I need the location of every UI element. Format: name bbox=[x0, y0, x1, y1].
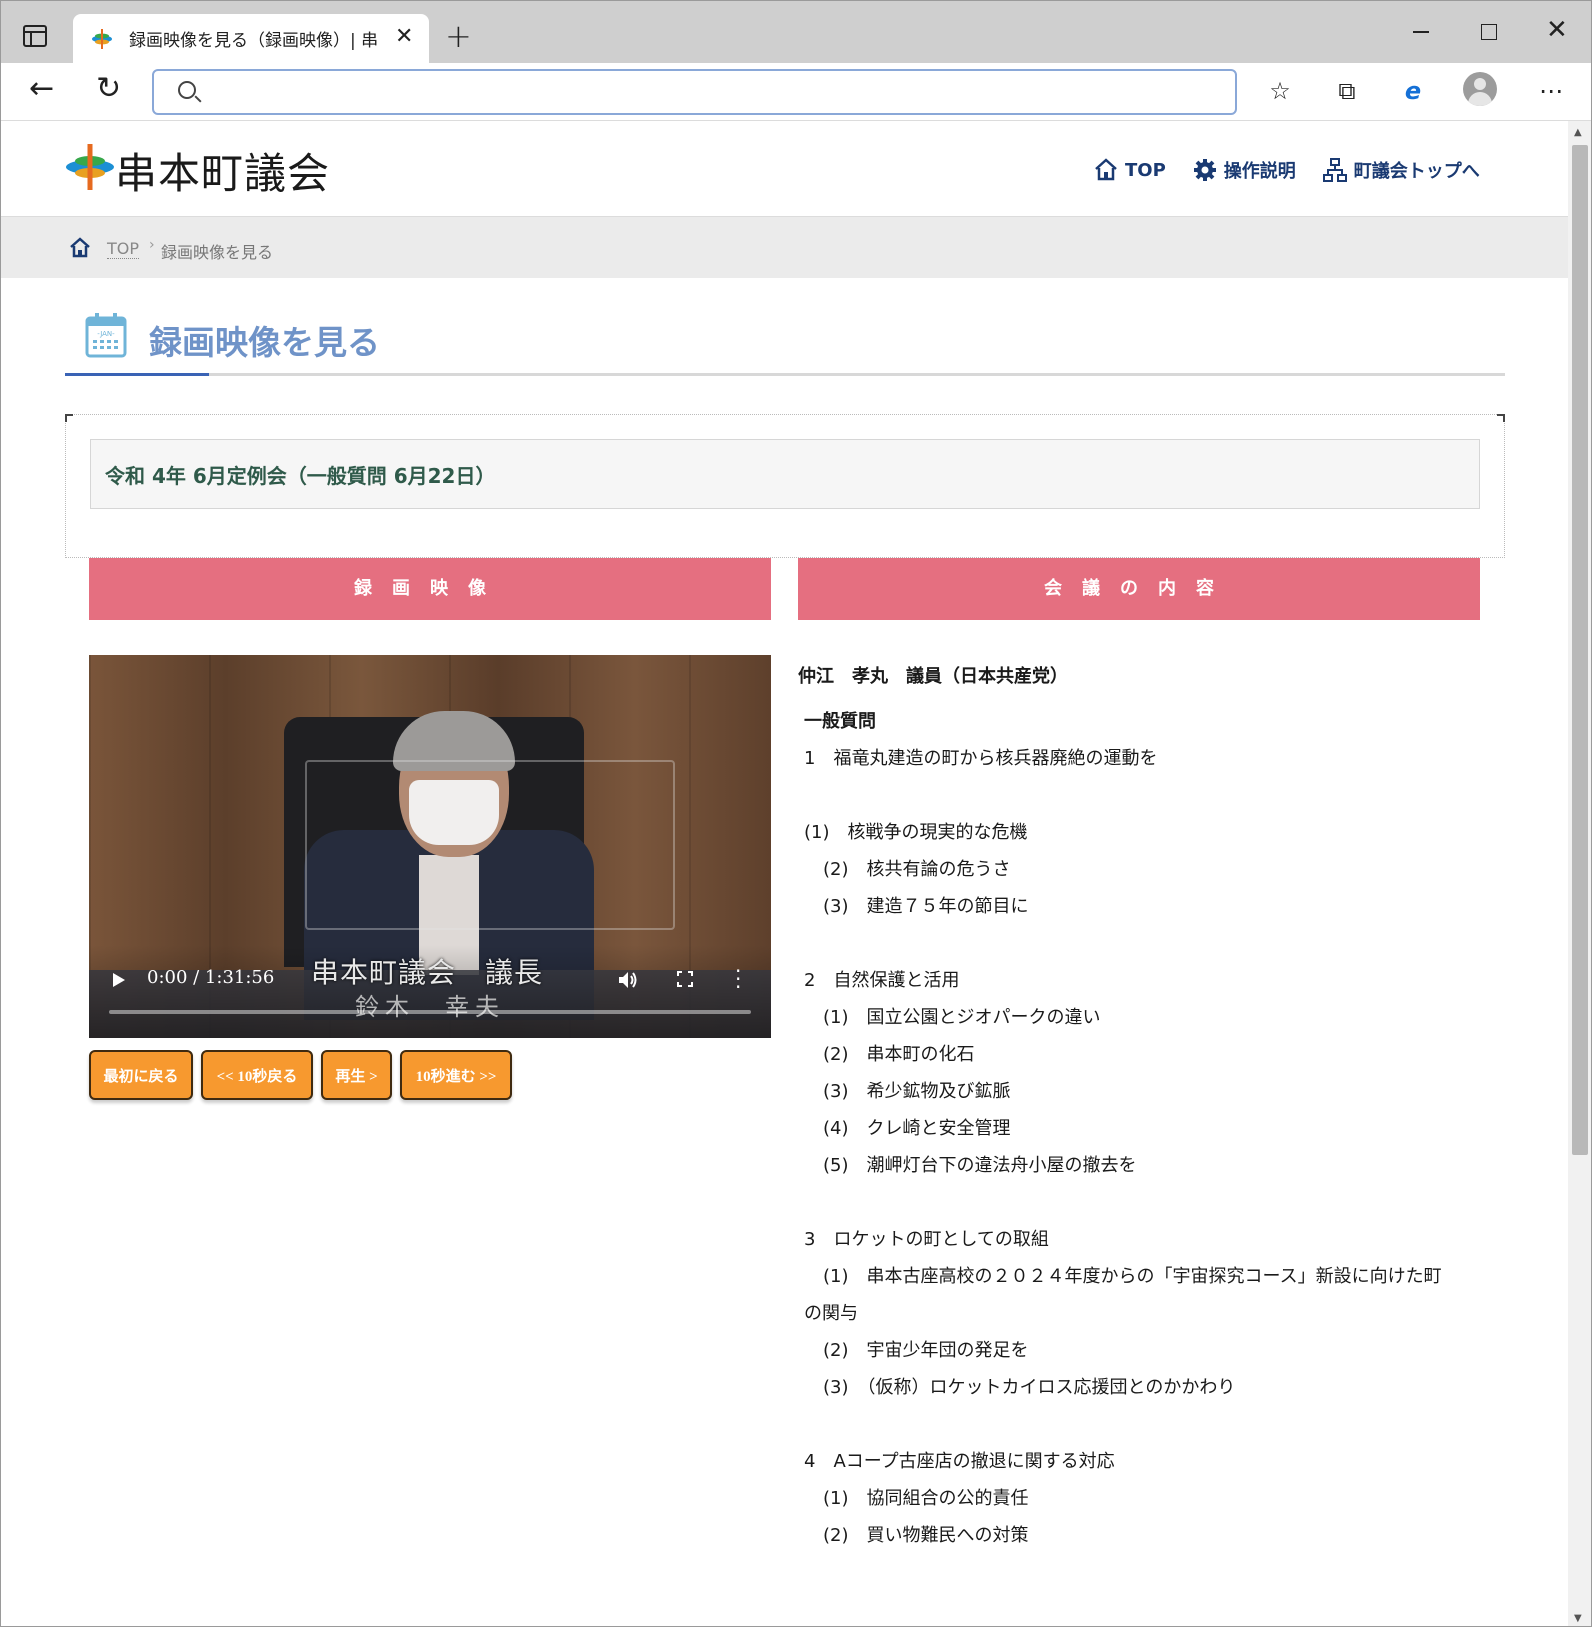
content-line: (1) 串本古座高校の２０２４年度からの「宇宙探究コース」新設に向けた町 bbox=[823, 1266, 1442, 1287]
page-title-block: -JAN- 録画映像を見る bbox=[65, 312, 1505, 376]
content-section-header: 会議の内容 bbox=[798, 558, 1480, 620]
favorites-icon[interactable]: ☆ bbox=[1266, 77, 1294, 105]
tab-title: 録画映像を見る（録画映像）| 串 bbox=[129, 31, 379, 51]
video-player[interactable]: 串本町議会 議長 鈴木 幸夫 0:00 / 1:31:56 · · · bbox=[89, 655, 771, 1038]
content-line: (1) 協同組合の公的責任 bbox=[823, 1488, 1029, 1509]
video-controls: 串本町議会 議長 鈴木 幸夫 0:00 / 1:31:56 · · · bbox=[89, 945, 771, 1038]
content-line: 4 Aコープ古座店の撤退に関する対応 bbox=[804, 1451, 1115, 1472]
content-line: (3) 希少鉱物及び鉱脈 bbox=[823, 1081, 1011, 1102]
video-caption-line1: 串本町議会 議長 bbox=[311, 956, 544, 989]
window-close-icon[interactable]: ✕ bbox=[1546, 15, 1568, 45]
video-caption-line2: 鈴木 幸夫 bbox=[355, 993, 505, 1021]
video-progress-bar[interactable] bbox=[109, 1010, 751, 1014]
site-name[interactable]: 串本町議会 bbox=[115, 140, 330, 201]
content-line: 3 ロケットの町としての取組 bbox=[804, 1229, 1049, 1250]
forward-10s-button[interactable]: 10秒進む >> bbox=[400, 1050, 512, 1100]
content-line: (1) 国立公園とジオパークの違い bbox=[823, 1007, 1101, 1028]
site-logo-icon[interactable] bbox=[65, 142, 115, 192]
content-line: (3) （仮称）ロケットカイロス応援団とのかかわり bbox=[823, 1377, 1236, 1398]
maximize-icon[interactable] bbox=[1481, 24, 1497, 40]
scroll-up-icon[interactable]: ▲ bbox=[1574, 127, 1582, 138]
video-time: 0:00 / 1:31:56 bbox=[147, 967, 275, 988]
address-bar[interactable] bbox=[152, 69, 1237, 115]
nav-help-label: 操作説明 bbox=[1223, 161, 1296, 182]
meeting-info-box: 令和 4年 6月定例会（一般質問 6月22日） bbox=[65, 414, 1505, 558]
content-line: 1 福竜丸建造の町から核兵器廃絶の運動を bbox=[804, 748, 1158, 769]
minimize-icon[interactable] bbox=[1413, 31, 1429, 33]
breadcrumb-current: 録画映像を見る bbox=[161, 243, 274, 262]
page-title: 録画映像を見る bbox=[149, 323, 380, 362]
tab-close-icon[interactable]: ✕ bbox=[395, 24, 413, 49]
back-icon[interactable]: ← bbox=[29, 71, 54, 106]
box-corner bbox=[65, 414, 73, 422]
nav-top-label: TOP bbox=[1125, 159, 1166, 181]
sitemap-icon bbox=[1322, 158, 1347, 182]
browser-tab[interactable]: 録画映像を見る（録画映像）| 串 ✕ bbox=[73, 14, 429, 63]
home-icon bbox=[1095, 158, 1117, 181]
video-acrylic-shield bbox=[305, 760, 675, 930]
new-tab-icon[interactable]: + bbox=[445, 17, 472, 55]
profile-avatar-icon[interactable] bbox=[1463, 72, 1497, 106]
speaker-name: 仲江 孝丸 議員（日本共産党） bbox=[798, 666, 1068, 687]
content-line: の関与 bbox=[804, 1303, 858, 1324]
breadcrumb-top-link[interactable]: TOP bbox=[107, 239, 140, 259]
content-line: 2 自然保護と活用 bbox=[804, 970, 960, 991]
play-button[interactable]: 再生 > bbox=[321, 1050, 392, 1100]
content-line: (2) 串本町の化石 bbox=[823, 1044, 975, 1065]
content-line: (5) 潮岬灯台下の違法舟小屋の撤去を bbox=[823, 1155, 1137, 1176]
content-line: (2) 買い物難民への対策 bbox=[823, 1525, 1029, 1546]
content-line: (1) 核戦争の現実的な危機 bbox=[804, 822, 1028, 843]
svg-text:-JAN-: -JAN- bbox=[97, 330, 115, 338]
site-header: 串本町議会 TOP 操作説明 町議会トップへ bbox=[1, 122, 1568, 216]
content-line: (2) 宇宙少年団の発足を bbox=[823, 1340, 1029, 1361]
calendar-icon: -JAN- bbox=[85, 313, 127, 358]
site-favicon-icon bbox=[92, 29, 112, 49]
reload-icon[interactable]: ↻ bbox=[96, 71, 121, 106]
breadcrumb-home-icon[interactable] bbox=[69, 237, 91, 259]
breadcrumb-separator: › bbox=[149, 237, 155, 253]
video-section-header: 録画映像 bbox=[89, 558, 771, 620]
tab-actions-icon[interactable] bbox=[23, 25, 47, 47]
collections-icon[interactable]: ⧉ bbox=[1333, 77, 1361, 105]
nav-top-link[interactable]: TOP bbox=[1093, 152, 1166, 188]
content-line: (2) 核共有論の危うさ bbox=[823, 859, 1011, 880]
play-icon[interactable] bbox=[113, 973, 125, 987]
breadcrumb: TOP › 録画映像を見る bbox=[1, 216, 1568, 278]
question-category: 一般質問 bbox=[804, 711, 876, 732]
nav-council-top-link[interactable]: 町議会トップへ bbox=[1322, 152, 1480, 188]
search-icon bbox=[178, 81, 196, 99]
browser-window: 録画映像を見る（録画映像）| 串 ✕ + ✕ ← ↻ ☆ ⧉ e ⋯ ▲ ▼ 串… bbox=[0, 0, 1592, 1627]
playback-buttons: 最初に戻る << 10秒戻る 再生 > 10秒進む >> bbox=[89, 1050, 512, 1102]
top-navigation: TOP 操作説明 町議会トップへ bbox=[1093, 152, 1480, 188]
video-menu-icon[interactable]: · · · bbox=[735, 961, 741, 997]
rewind-to-start-button[interactable]: 最初に戻る bbox=[89, 1050, 193, 1100]
fullscreen-icon[interactable] bbox=[677, 971, 693, 987]
volume-icon[interactable] bbox=[617, 969, 639, 991]
page-viewport: 串本町議会 TOP 操作説明 町議会トップへ TOP › 録画映像を見る -JA… bbox=[1, 122, 1568, 1626]
nav-council-top-label: 町議会トップへ bbox=[1353, 161, 1480, 182]
ie-mode-icon[interactable]: e bbox=[1399, 77, 1427, 105]
meeting-title-panel: 令和 4年 6月定例会（一般質問 6月22日） bbox=[90, 439, 1480, 509]
more-options-icon[interactable]: ⋯ bbox=[1537, 77, 1565, 105]
page-scrollbar[interactable]: ▲ ▼ bbox=[1568, 121, 1591, 1626]
gear-icon bbox=[1193, 159, 1216, 181]
content-line: (4) クレ崎と安全管理 bbox=[823, 1118, 1011, 1139]
meeting-title: 令和 4年 6月定例会（一般質問 6月22日） bbox=[105, 464, 496, 488]
nav-help-link[interactable]: 操作説明 bbox=[1192, 152, 1296, 188]
tab-strip: 録画映像を見る（録画映像）| 串 ✕ + ✕ bbox=[1, 1, 1591, 63]
scroll-thumb[interactable] bbox=[1572, 145, 1588, 1155]
browser-toolbar: ← ↻ ☆ ⧉ e ⋯ bbox=[1, 63, 1591, 121]
scroll-down-icon[interactable]: ▼ bbox=[1574, 1613, 1582, 1624]
back-10s-button[interactable]: << 10秒戻る bbox=[201, 1050, 313, 1100]
content-line: (3) 建造７５年の節目に bbox=[823, 896, 1029, 917]
box-corner bbox=[1497, 414, 1505, 422]
